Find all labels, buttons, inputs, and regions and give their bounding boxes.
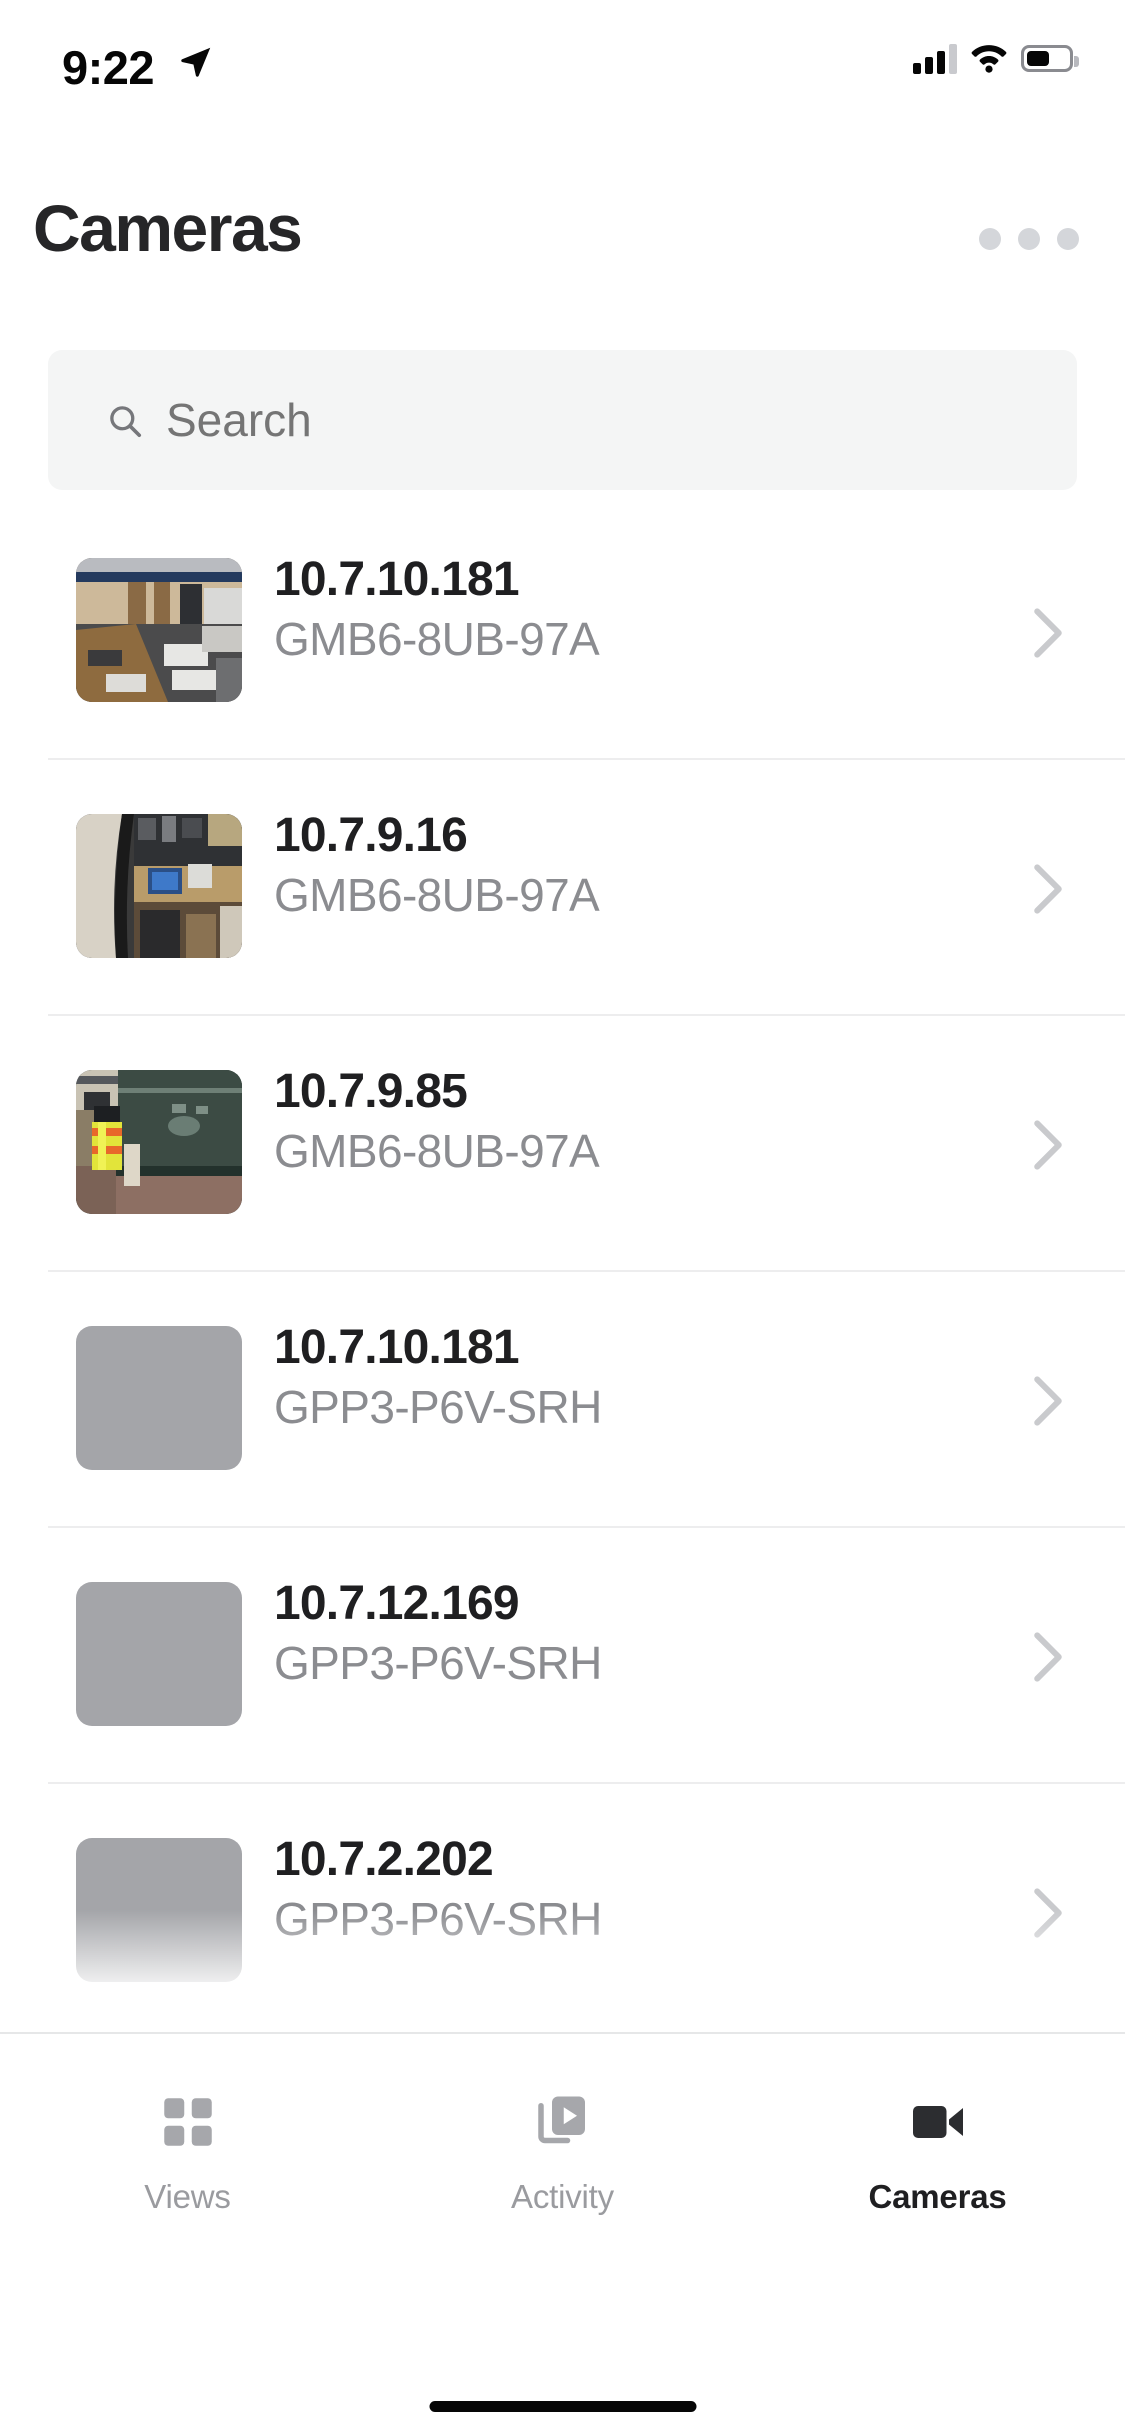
tab-views[interactable]: Views — [0, 2034, 375, 2334]
tab-label: Cameras — [868, 2178, 1007, 2215]
chevron-right-icon — [1034, 1120, 1062, 1170]
camera-list-item[interactable]: 10.7.9.16 GMB6-8UB-97A — [0, 758, 1125, 1014]
search-icon — [110, 406, 142, 438]
camera-ip: 10.7.9.85 — [274, 1065, 468, 1118]
camera-info: 10.7.12.169 GPP3-P6V-SRH — [274, 1578, 602, 1689]
camera-info: 10.7.10.181 GPP3-P6V-SRH — [274, 1322, 602, 1433]
chevron-right-icon — [1034, 1376, 1062, 1426]
camera-list-item[interactable]: 10.7.2.202 GPP3-P6V-SRH — [0, 1782, 1125, 2032]
tab-bar: Views Activity Cameras — [0, 2032, 1125, 2436]
camera-thumbnail — [76, 1070, 242, 1214]
tab-label: Views — [144, 2178, 231, 2215]
camera-list[interactable]: 10.7.10.181 GMB6-8UB-97A 10.7.9.16 GMB6-… — [0, 502, 1125, 2032]
row-divider — [48, 1782, 1125, 1784]
camera-serial: GMB6-8UB-97A — [274, 1124, 600, 1177]
camera-serial: GPP3-P6V-SRH — [274, 1636, 602, 1689]
row-divider — [48, 1270, 1125, 1272]
play-media-icon — [533, 2090, 593, 2154]
battery-icon — [1021, 44, 1079, 72]
tab-cameras[interactable]: Cameras — [750, 2034, 1125, 2334]
row-divider — [48, 1014, 1125, 1016]
camera-list-item[interactable]: 10.7.10.181 GMB6-8UB-97A — [0, 502, 1125, 758]
grid-icon — [158, 2090, 218, 2154]
page-header: Cameras — [0, 186, 1125, 306]
location-arrow-icon — [181, 47, 211, 77]
camera-ip: 10.7.10.181 — [274, 1321, 520, 1374]
camera-ip: 10.7.10.181 — [274, 553, 520, 606]
chevron-right-icon — [1034, 608, 1062, 658]
row-divider — [48, 758, 1125, 760]
camera-ip: 10.7.2.202 — [274, 1833, 494, 1886]
search-input[interactable] — [166, 350, 1046, 490]
camera-thumbnail — [76, 558, 242, 702]
camera-ip: 10.7.9.16 — [274, 809, 468, 862]
status-bar-indicators — [913, 42, 1079, 74]
status-bar-time: 9:22 — [62, 41, 155, 94]
more-horizontal-icon[interactable] — [979, 228, 1079, 250]
camera-info: 10.7.9.85 GMB6-8UB-97A — [274, 1065, 600, 1177]
camera-ip: 10.7.12.169 — [274, 1577, 520, 1630]
search-bar[interactable] — [48, 350, 1077, 490]
camera-list-item[interactable]: 10.7.12.169 GPP3-P6V-SRH — [0, 1526, 1125, 1782]
cellular-signal-icon — [913, 42, 957, 74]
wifi-icon — [971, 45, 1007, 73]
camera-thumbnail-placeholder — [76, 1326, 242, 1470]
app-screen: 9:22 Cameras Search 10.7.10.181 GMB6-8UB… — [0, 0, 1125, 2436]
camera-thumbnail-placeholder — [76, 1838, 242, 1982]
chevron-right-icon — [1034, 1888, 1062, 1938]
camera-info: 10.7.2.202 GPP3-P6V-SRH — [274, 1834, 602, 1945]
chevron-right-icon — [1034, 1632, 1062, 1682]
tab-activity[interactable]: Activity — [375, 2034, 750, 2334]
camera-list-item[interactable]: 10.7.9.85 GMB6-8UB-97A — [0, 1014, 1125, 1270]
video-camera-icon — [908, 2090, 968, 2154]
status-bar: 9:22 — [0, 0, 1125, 132]
chevron-right-icon — [1034, 864, 1062, 914]
camera-serial: GMB6-8UB-97A — [274, 868, 600, 921]
camera-serial: GPP3-P6V-SRH — [274, 1380, 602, 1433]
camera-serial: GPP3-P6V-SRH — [274, 1892, 602, 1945]
camera-info: 10.7.9.16 GMB6-8UB-97A — [274, 809, 600, 921]
page-title: Cameras — [33, 191, 303, 265]
camera-list-item[interactable]: 10.7.10.181 GPP3-P6V-SRH — [0, 1270, 1125, 1526]
row-divider — [48, 1526, 1125, 1528]
home-indicator[interactable] — [429, 2401, 696, 2412]
camera-serial: GMB6-8UB-97A — [274, 612, 600, 665]
camera-thumbnail — [76, 814, 242, 958]
tab-label: Activity — [511, 2178, 614, 2215]
camera-info: 10.7.10.181 GMB6-8UB-97A — [274, 553, 600, 665]
camera-thumbnail-placeholder — [76, 1582, 242, 1726]
